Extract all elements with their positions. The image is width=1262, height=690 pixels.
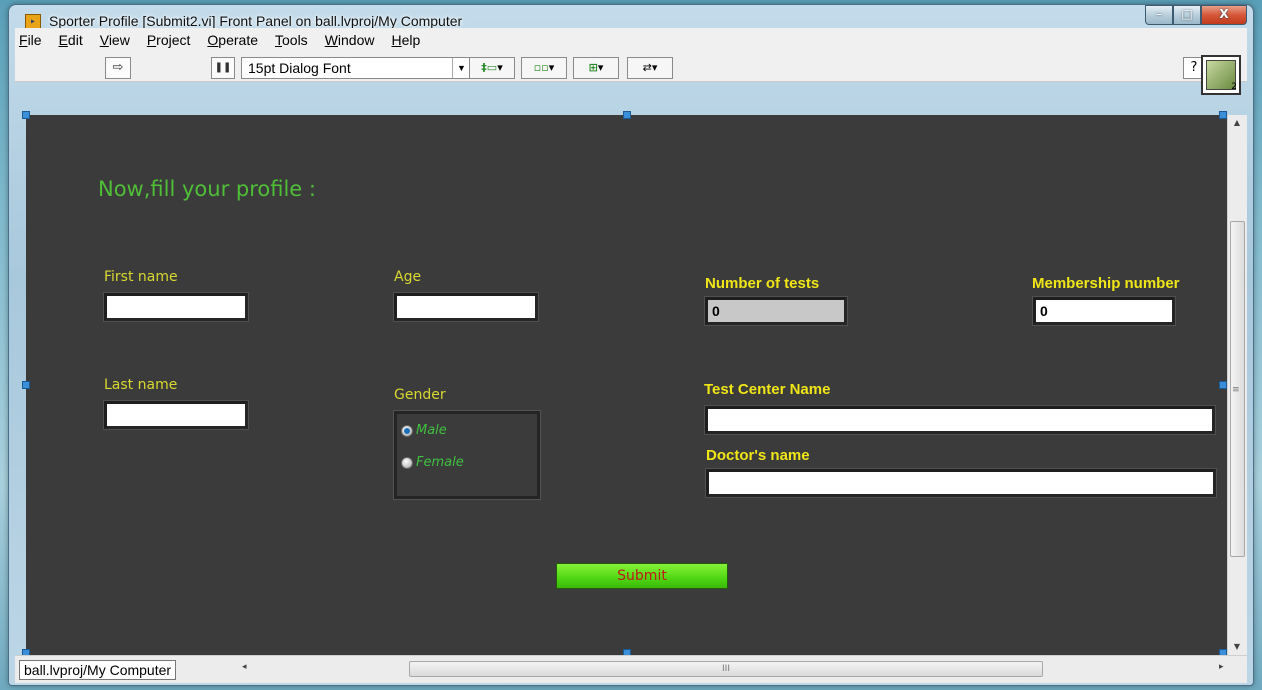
- font-select-value: 15pt Dialog Font: [248, 60, 351, 76]
- gender-option-label: Male: [416, 423, 447, 438]
- last-name-input[interactable]: [103, 400, 249, 430]
- test-center-input[interactable]: [704, 405, 1216, 435]
- scroll-left-icon[interactable]: ◂: [242, 662, 247, 672]
- menu-view[interactable]: View: [100, 32, 130, 48]
- chevron-down-icon: ▼: [452, 58, 470, 78]
- gender-option-female[interactable]: Female: [401, 455, 464, 470]
- run-arrow-icon[interactable]: ⇨: [105, 57, 131, 79]
- distribute-objects-icon[interactable]: ▫▫▾: [521, 57, 567, 79]
- membership-number-input[interactable]: 0: [1032, 296, 1176, 326]
- gender-radio-group: Male Female: [393, 410, 541, 500]
- maximize-button[interactable]: □: [1173, 5, 1201, 25]
- test-center-label: Test Center Name: [704, 381, 831, 398]
- reorder-icon[interactable]: ⇄▾: [627, 57, 673, 79]
- number-of-tests-indicator: 0: [704, 296, 848, 326]
- last-name-label: Last name: [104, 377, 178, 393]
- toolbar: ⇨ ❚❚ 15pt Dialog Font ▼ ‡▭▾ ▫▫▾ ⊞▾ ⇄▾ ?: [15, 52, 1247, 82]
- radio-unselected-icon: [401, 456, 413, 469]
- menu-project[interactable]: Project: [147, 32, 191, 48]
- front-panel: Now,fill your profile : First name Last …: [22, 111, 1227, 657]
- radio-selected-icon: [401, 424, 413, 437]
- connector-pane-icon[interactable]: 2: [1201, 55, 1241, 95]
- menu-bar: File Edit View Project Operate Tools Win…: [15, 28, 1247, 52]
- menu-tools[interactable]: Tools: [275, 32, 308, 48]
- first-name-label: First name: [104, 269, 178, 285]
- close-button[interactable]: X: [1201, 5, 1247, 25]
- resize-handle[interactable]: [623, 111, 631, 119]
- connector-number: 2: [1231, 82, 1237, 92]
- scroll-right-icon[interactable]: ▸: [1219, 662, 1224, 672]
- menu-window[interactable]: Window: [325, 32, 375, 48]
- labview-window: ▸ Sporter Profile [Submit2.vi] Front Pan…: [8, 4, 1254, 686]
- gender-option-label: Female: [416, 455, 464, 470]
- project-path: ball.lvproj/My Computer: [19, 660, 177, 680]
- first-name-input[interactable]: [103, 292, 249, 322]
- menu-operate[interactable]: Operate: [207, 32, 258, 48]
- scroll-grip-icon: ≡: [1232, 385, 1240, 395]
- horizontal-scroll-thumb[interactable]: III: [409, 661, 1043, 677]
- menu-help[interactable]: Help: [392, 32, 421, 48]
- resize-handle[interactable]: [22, 111, 30, 119]
- resize-handle[interactable]: [1219, 381, 1227, 389]
- gender-label: Gender: [394, 387, 446, 403]
- membership-number-label: Membership number: [1032, 275, 1180, 292]
- minimize-button[interactable]: –: [1145, 5, 1173, 25]
- scroll-down-icon[interactable]: ▼: [1228, 639, 1246, 655]
- pause-icon[interactable]: ❚❚: [211, 57, 235, 79]
- doctor-name-input[interactable]: [705, 468, 1217, 498]
- profile-heading: Now,fill your profile :: [98, 177, 316, 201]
- resize-handle[interactable]: [1219, 111, 1227, 119]
- age-label: Age: [394, 269, 422, 285]
- resize-handle[interactable]: [22, 381, 30, 389]
- align-objects-icon[interactable]: ‡▭▾: [469, 57, 515, 79]
- number-of-tests-label: Number of tests: [705, 275, 820, 292]
- resize-objects-icon[interactable]: ⊞▾: [573, 57, 619, 79]
- menu-edit[interactable]: Edit: [59, 32, 83, 48]
- gender-option-male[interactable]: Male: [401, 423, 447, 438]
- font-select[interactable]: 15pt Dialog Font ▼: [241, 57, 471, 79]
- age-input[interactable]: [393, 292, 539, 322]
- vertical-scrollbar[interactable]: ▲ ≡ ▼: [1227, 115, 1247, 655]
- doctor-name-label: Doctor's name: [706, 447, 810, 464]
- window-title: Sporter Profile [Submit2.vi] Front Panel…: [49, 13, 463, 29]
- menu-file[interactable]: File: [19, 32, 42, 48]
- scroll-up-icon[interactable]: ▲: [1228, 115, 1246, 131]
- caption-buttons: – □ X: [1145, 5, 1247, 25]
- status-bar: ball.lvproj/My Computer ◂ III ▸: [15, 655, 1247, 683]
- submit-button[interactable]: Submit: [556, 563, 728, 589]
